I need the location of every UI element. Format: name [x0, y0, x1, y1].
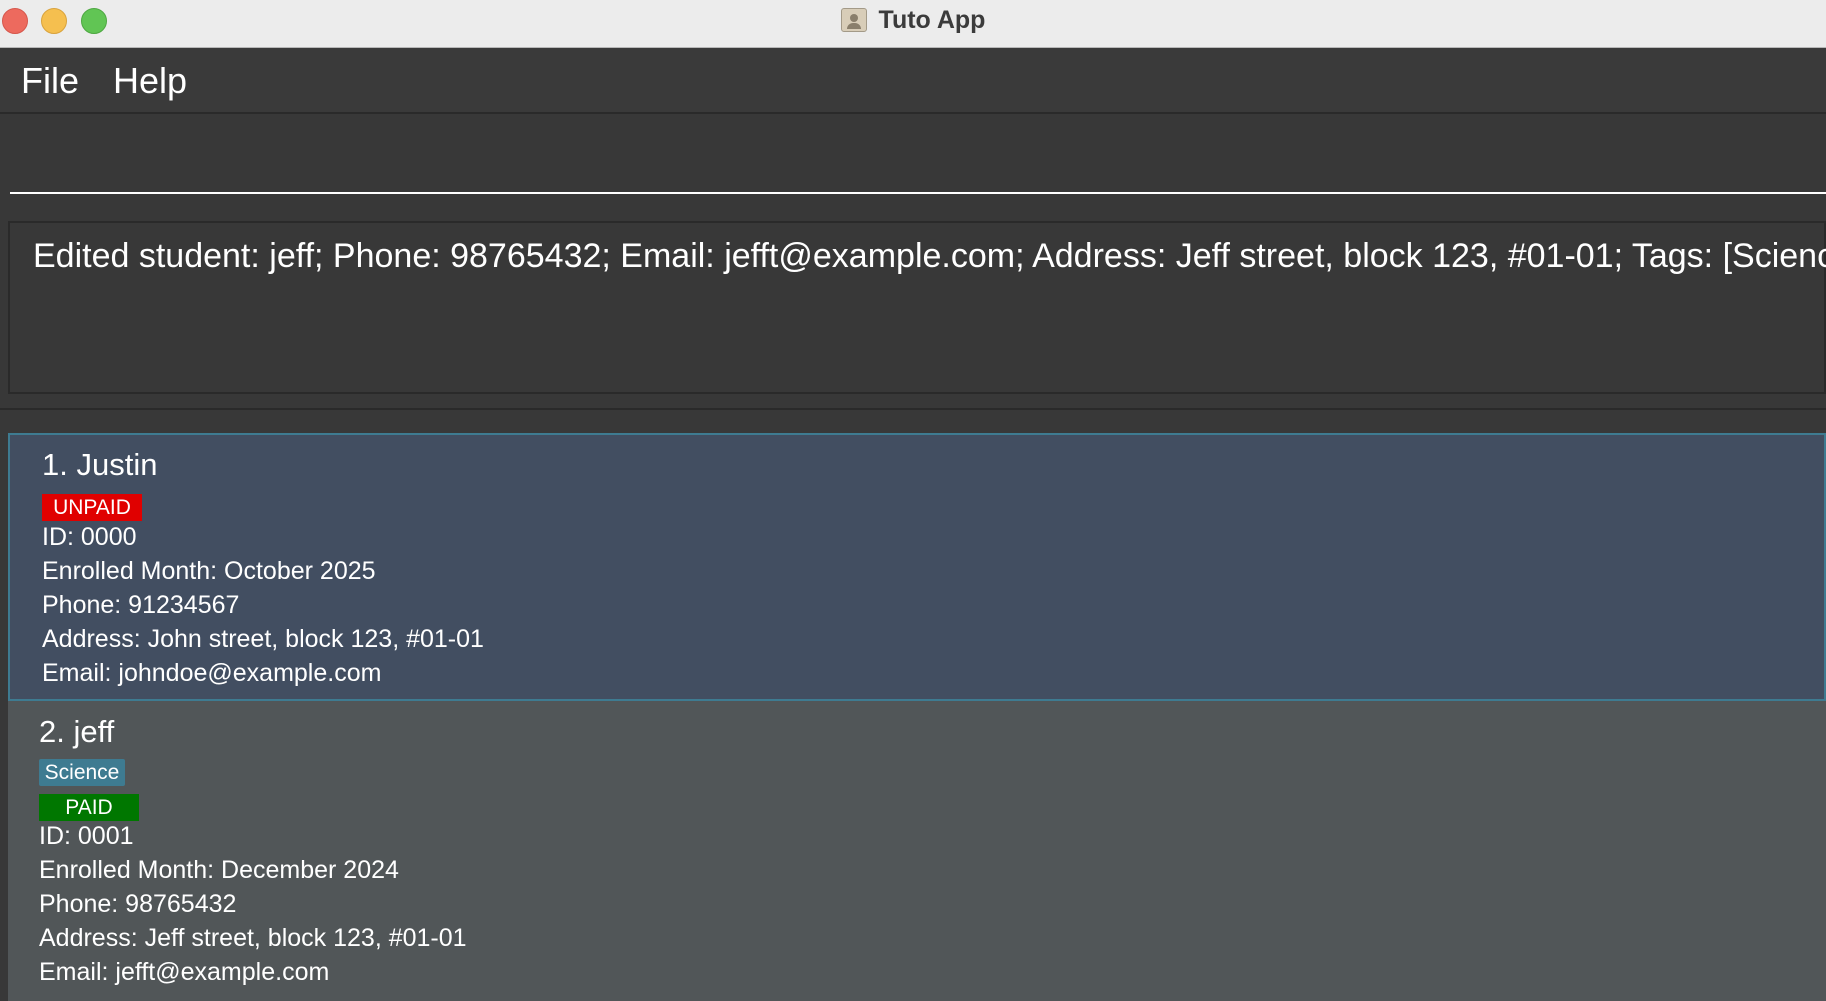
student-address: Address: Jeff street, block 123, #01-01 [39, 924, 467, 952]
student-enrolled-month: Enrolled Month: October 2025 [42, 557, 376, 585]
command-box [0, 114, 1826, 204]
payment-status-badge: UNPAID [42, 494, 142, 521]
window-title-text: Tuto App [878, 5, 986, 34]
student-email: Email: johndoe@example.com [42, 659, 382, 687]
student-card[interactable]: 2. jeff Science PAID ID: 0001 Enrolled M… [8, 701, 1826, 1001]
student-email: Email: jefft@example.com [39, 958, 330, 986]
window-title-bar: Tuto App [0, 0, 1826, 48]
app-icon [840, 8, 867, 32]
result-message: Edited student: jeff; Phone: 98765432; E… [33, 237, 1826, 275]
window-title: Tuto App [0, 0, 1826, 40]
menu-file[interactable]: File [21, 60, 79, 102]
menu-bar: File Help [0, 48, 1826, 114]
menu-help[interactable]: Help [113, 60, 187, 102]
payment-status-badge: PAID [39, 794, 139, 821]
student-id: ID: 0000 [42, 523, 137, 551]
student-list[interactable]: 1. Justin UNPAID ID: 0000 Enrolled Month… [0, 408, 1826, 1001]
student-phone: Phone: 98765432 [39, 890, 237, 918]
student-card[interactable]: 1. Justin UNPAID ID: 0000 Enrolled Month… [8, 433, 1826, 701]
tag-badge: Science [39, 759, 125, 786]
command-input[interactable] [10, 122, 1826, 194]
student-name: 1. Justin [42, 447, 158, 482]
student-name: 2. jeff [39, 714, 115, 749]
student-address: Address: John street, block 123, #01-01 [42, 625, 484, 653]
student-enrolled-month: Enrolled Month: December 2024 [39, 856, 399, 884]
result-display: Edited student: jeff; Phone: 98765432; E… [8, 221, 1826, 394]
student-id: ID: 0001 [39, 822, 134, 850]
student-phone: Phone: 91234567 [42, 591, 240, 619]
